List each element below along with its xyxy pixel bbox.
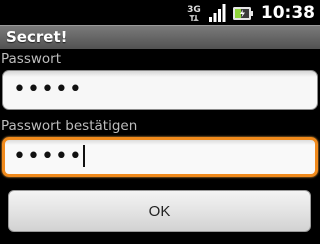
password-label: Passwort	[1, 51, 62, 67]
status-icons: 3G 10:38	[183, 0, 320, 25]
3g-data-icon: 3G	[183, 2, 204, 23]
confirm-password-field-value: •••••	[13, 144, 85, 170]
signal-strength-icon	[208, 3, 226, 22]
confirm-password-text: •••••	[13, 144, 83, 169]
svg-text:3G: 3G	[187, 5, 201, 15]
confirm-password-label: Passwort bestätigen	[1, 118, 138, 134]
password-field[interactable]: •••••	[2, 70, 318, 110]
text-caret	[82, 145, 85, 167]
password-field-value: •••••	[13, 77, 83, 102]
ok-button[interactable]: OK	[8, 190, 311, 232]
clock: 10:38	[260, 2, 315, 23]
status-bar: 3G 10:38	[0, 0, 320, 25]
battery-charging-icon	[232, 6, 253, 20]
dialog-title: Secret!	[6, 28, 68, 46]
button-bar: OK	[0, 182, 320, 244]
dialog-title-bar: Secret!	[0, 25, 320, 49]
confirm-password-field[interactable]: •••••	[2, 137, 318, 177]
